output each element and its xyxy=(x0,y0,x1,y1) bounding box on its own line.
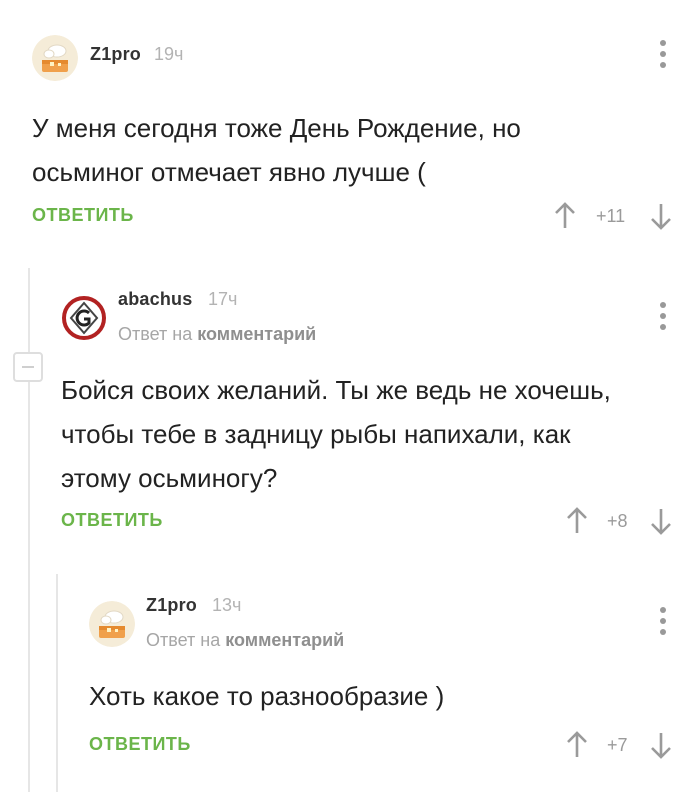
reply-target-link[interactable]: комментарий xyxy=(197,324,316,344)
rating-value: +11 xyxy=(596,206,626,226)
upvote-button[interactable] xyxy=(554,201,576,229)
arrow-up-icon xyxy=(555,202,575,228)
more-options-button[interactable] xyxy=(651,607,675,641)
avatar[interactable] xyxy=(32,35,78,81)
thread-line-level-2 xyxy=(56,574,58,792)
thread-line-level-1 xyxy=(28,268,30,792)
upvote-button[interactable] xyxy=(566,506,588,534)
reply-button[interactable]: ОТВЕТИТЬ xyxy=(89,734,191,755)
author-name[interactable]: Z1pro xyxy=(146,595,197,616)
comment-time: 13ч xyxy=(212,595,242,615)
upvote-button[interactable] xyxy=(566,730,588,758)
more-options-button[interactable] xyxy=(651,40,675,74)
arrow-down-icon xyxy=(651,204,671,230)
author-name[interactable]: abachus xyxy=(118,289,192,310)
arrow-down-icon xyxy=(651,733,671,759)
avatar[interactable] xyxy=(89,601,135,647)
rating-value: +8 xyxy=(607,511,628,531)
comment-time: 19ч xyxy=(154,44,184,64)
more-vertical-icon xyxy=(660,40,666,46)
comment-text: У меня сегодня тоже День Рождение, но ос… xyxy=(32,113,521,187)
author-name[interactable]: Z1pro xyxy=(90,44,141,65)
more-options-button[interactable] xyxy=(651,302,675,336)
downvote-button[interactable] xyxy=(650,732,672,760)
cake-avatar-icon xyxy=(89,601,135,647)
arrow-up-icon xyxy=(567,507,587,533)
arrow-down-icon xyxy=(651,509,671,535)
avatar[interactable] xyxy=(61,295,107,341)
comment-text: Бойся своих желаний. Ты же ведь не хочеш… xyxy=(61,375,611,493)
downvote-button[interactable] xyxy=(650,203,672,231)
grooveshark-logo-avatar-icon xyxy=(61,295,107,341)
reply-to-label: Ответ на комментарий xyxy=(118,324,317,344)
reply-button[interactable]: ОТВЕТИТЬ xyxy=(32,205,134,226)
comment-text: Хоть какое то разнообразие ) xyxy=(89,681,445,711)
reply-target-link[interactable]: комментарий xyxy=(225,630,344,650)
collapse-thread-button[interactable] xyxy=(13,352,43,382)
more-vertical-icon xyxy=(660,607,666,613)
reply-button[interactable]: ОТВЕТИТЬ xyxy=(61,510,163,531)
cake-avatar-icon xyxy=(32,35,78,81)
downvote-button[interactable] xyxy=(650,508,672,536)
arrow-up-icon xyxy=(567,731,587,757)
comment-time: 17ч xyxy=(208,289,238,309)
more-vertical-icon xyxy=(660,302,666,308)
rating-value: +7 xyxy=(607,735,628,755)
reply-to-label: Ответ на комментарий xyxy=(146,630,345,650)
